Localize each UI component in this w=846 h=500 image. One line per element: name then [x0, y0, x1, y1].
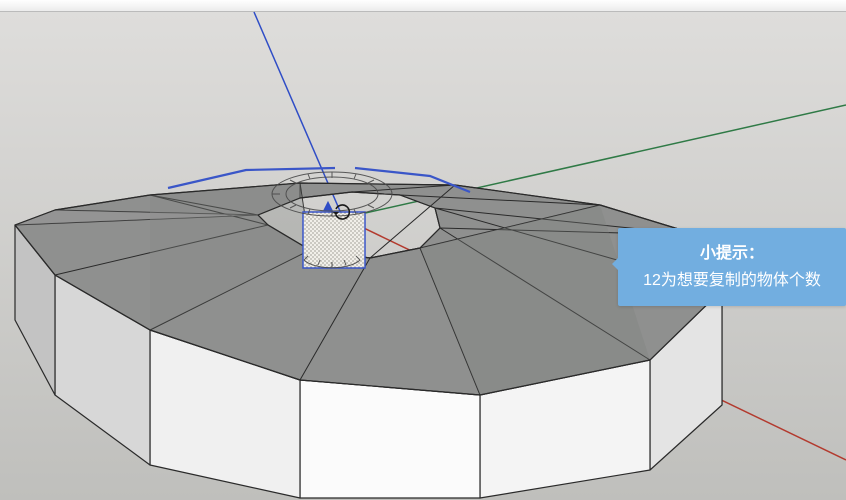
selected-face[interactable]	[303, 212, 365, 268]
hint-tooltip: 小提示： 12为想要复制的物体个数	[618, 228, 846, 306]
hint-title: 小提示：	[632, 240, 832, 267]
viewport-3d[interactable]: 小提示： 12为想要复制的物体个数	[0, 0, 846, 500]
hint-body: 12为想要复制的物体个数	[632, 267, 832, 294]
